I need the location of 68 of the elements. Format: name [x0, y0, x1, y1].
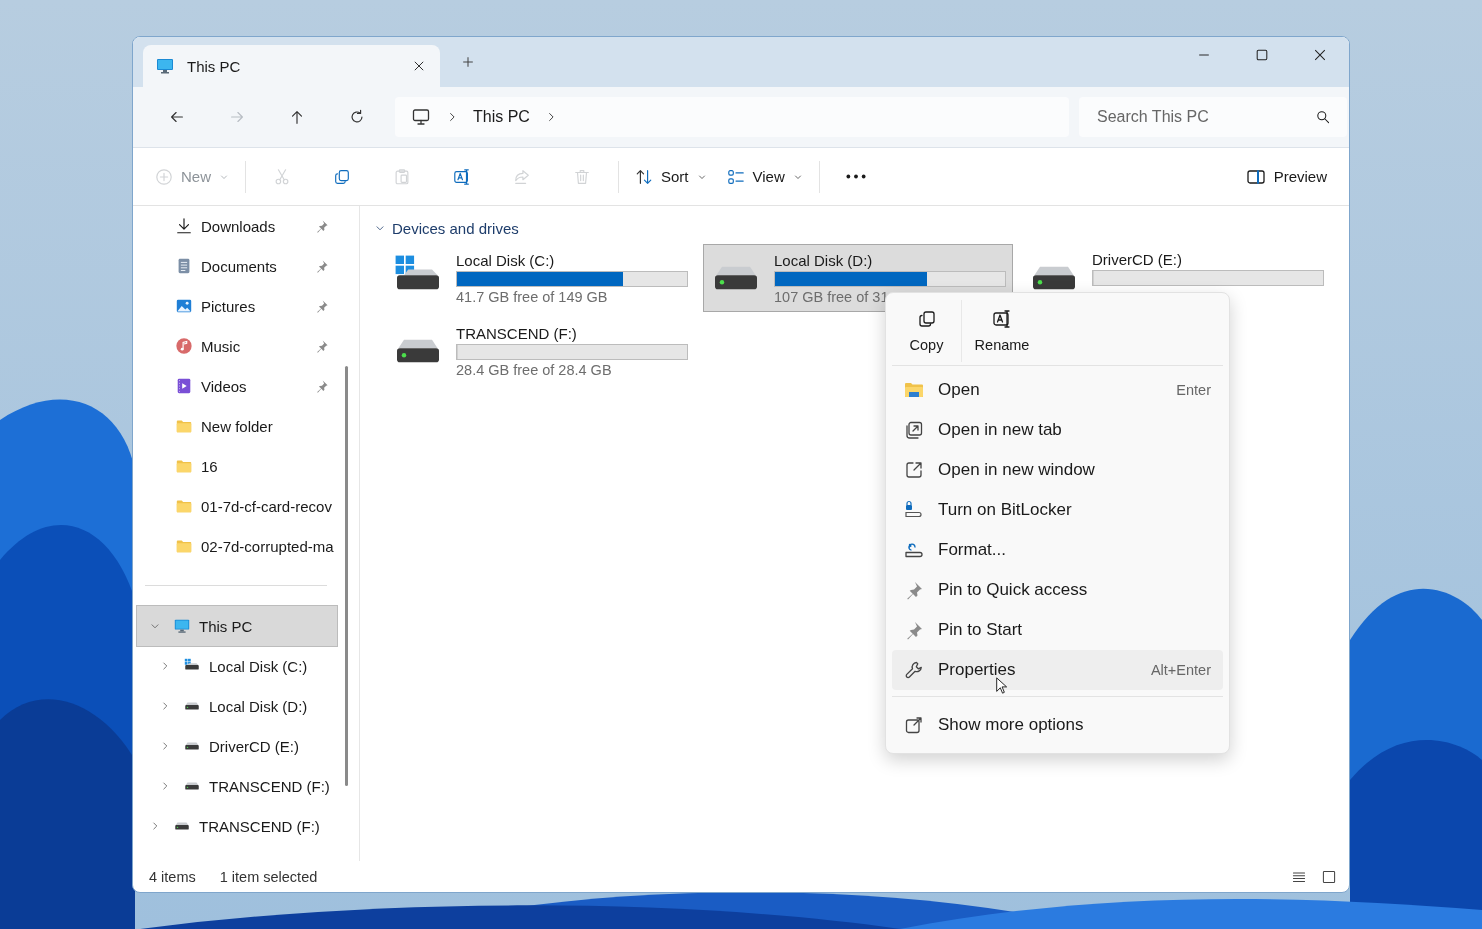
sidebar-item[interactable]: Downloads [137, 206, 337, 246]
preview-button[interactable]: Preview [1235, 158, 1337, 195]
menu-item[interactable]: Pin to Quick access [892, 570, 1223, 610]
video-icon [175, 377, 193, 395]
sidebar-item[interactable]: Documents [137, 246, 337, 286]
more-options-icon [904, 715, 924, 735]
sidebar-item[interactable]: Pictures [137, 286, 337, 326]
search-icon [1315, 109, 1331, 125]
menu-item[interactable]: Format... [892, 530, 1223, 570]
section-header[interactable]: Devices and drives [392, 219, 519, 237]
menu-item[interactable]: Turn on BitLocker [892, 490, 1223, 530]
tiles-view-icon[interactable] [1321, 868, 1337, 885]
pin-icon [904, 620, 924, 640]
breadcrumb[interactable]: This PC [473, 108, 530, 126]
drive-name: Local Disk (D:) [774, 251, 874, 269]
menu-item[interactable]: Pin to Start [892, 610, 1223, 650]
sidebar-item[interactable]: New folder [137, 406, 337, 446]
copy-icon [916, 309, 937, 329]
sort-button[interactable]: Sort [625, 158, 717, 195]
sidebar-item[interactable]: 16 [137, 446, 337, 486]
folder-icon [904, 380, 924, 400]
drive-name: TRANSCEND (F:) [456, 324, 578, 342]
sidebar-item[interactable]: Music [137, 326, 337, 366]
tree-item[interactable]: Local Disk (C:) [137, 646, 337, 686]
tab[interactable]: This PC [143, 45, 440, 87]
sidebar-item[interactable]: Videos [137, 366, 337, 406]
tree-item[interactable]: DriverCD (E:) [137, 726, 337, 766]
selection-count: 1 item selected [219, 868, 318, 885]
picture-icon [175, 297, 193, 315]
new-window-icon [904, 460, 924, 480]
drive-tile[interactable]: TRANSCEND (F:) 28.4 GB free of 28.4 GB [385, 317, 695, 385]
scrollbar-thumb[interactable] [345, 366, 348, 786]
free-space-text: 28.4 GB free of 28.4 GB [456, 361, 613, 378]
new-tab-icon [904, 420, 924, 440]
pin-icon [904, 580, 924, 600]
new-tab-icon[interactable] [460, 54, 476, 70]
search-field[interactable]: Search This PC [1079, 97, 1347, 137]
view-button[interactable]: View [716, 158, 813, 195]
sidebar-item[interactable]: 02-7d-corrupted-ma [137, 526, 337, 566]
tab-close-icon[interactable] [412, 59, 426, 73]
drive-name: Local Disk (C:) [456, 251, 556, 269]
monitor-icon [155, 56, 175, 76]
drive-tile[interactable]: Local Disk (C:) 41.7 GB free of 149 GB [385, 244, 695, 312]
tree-item[interactable]: TRANSCEND (F:) [137, 766, 337, 806]
monitor-icon [173, 617, 191, 635]
drive-name: DriverCD (E:) [1092, 251, 1183, 268]
shortcut-text: Enter [1176, 382, 1211, 398]
rename-icon [992, 309, 1012, 329]
tree-item[interactable]: TRANSCEND (F:) [137, 806, 337, 846]
monitor-icon [411, 107, 431, 127]
wrench-icon [904, 660, 924, 680]
item-count: 4 items [149, 868, 196, 885]
tree-item[interactable]: This PC [137, 606, 337, 646]
maximize-icon[interactable] [1254, 47, 1270, 63]
music-icon [175, 337, 193, 355]
menu-item[interactable]: Open in new window [892, 450, 1223, 490]
tree-item[interactable]: Local Disk (D:) [137, 686, 337, 726]
address-bar[interactable]: This PC [395, 97, 1069, 137]
download-icon [175, 217, 193, 235]
free-space-text: 41.7 GB free of 149 GB [456, 288, 609, 305]
close-icon[interactable] [1312, 47, 1328, 63]
copy-button[interactable]: Copy [892, 300, 962, 362]
shortcut-text: Alt+Enter [1150, 662, 1211, 678]
menu-item[interactable]: Show more options [892, 705, 1223, 745]
lock-drive-icon [904, 500, 924, 520]
menu-item[interactable]: Open in new tab [892, 410, 1223, 450]
sidebar-item[interactable]: 01-7d-cf-card-recov [137, 486, 337, 526]
menu-item[interactable]: Open Enter [892, 370, 1223, 410]
